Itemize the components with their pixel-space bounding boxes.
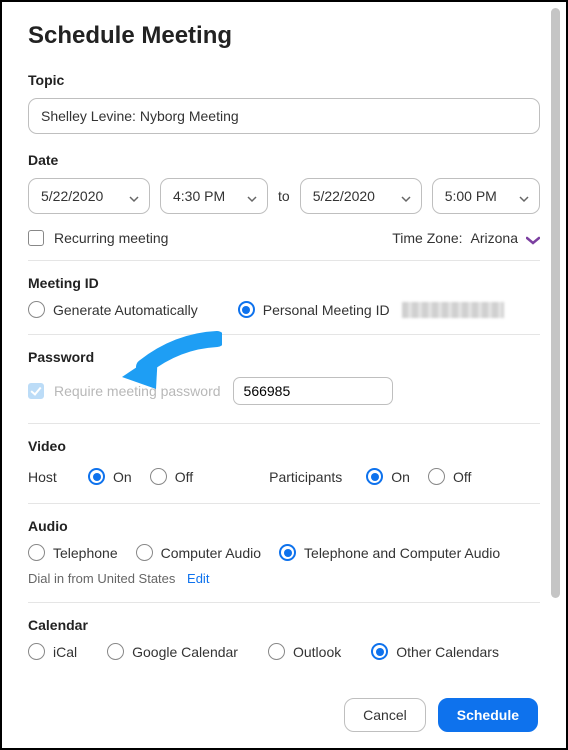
divider xyxy=(28,260,540,261)
google-label: Google Calendar xyxy=(132,644,238,660)
cancel-button[interactable]: Cancel xyxy=(344,698,426,732)
dialog-title: Schedule Meeting xyxy=(28,22,540,50)
ical-label: iCal xyxy=(53,644,77,660)
calendar-label: Calendar xyxy=(28,617,540,633)
meeting-id-label: Meeting ID xyxy=(28,275,540,291)
calendar-outlook-radio[interactable]: Outlook xyxy=(268,643,341,660)
both-label: Telephone and Computer Audio xyxy=(304,545,500,561)
start-date-select[interactable]: 5/22/2020 xyxy=(28,178,150,214)
password-input[interactable] xyxy=(233,377,393,405)
start-time-select[interactable]: 4:30 PM xyxy=(160,178,268,214)
topic-input[interactable] xyxy=(28,98,540,134)
radio-icon xyxy=(371,643,388,660)
scrollbar[interactable] xyxy=(551,8,560,598)
calendar-ical-radio[interactable]: iCal xyxy=(28,643,77,660)
chevron-down-icon xyxy=(129,191,139,201)
other-label: Other Calendars xyxy=(396,644,499,660)
require-password-label: Require meeting password xyxy=(54,383,221,399)
schedule-meeting-dialog: Schedule Meeting Topic Date 5/22/2020 4:… xyxy=(4,4,564,746)
date-label: Date xyxy=(28,152,540,168)
chevron-down-icon xyxy=(519,191,529,201)
participants-label: Participants xyxy=(269,469,342,485)
divider xyxy=(28,334,540,335)
end-date-value: 5/22/2020 xyxy=(313,188,375,204)
calendar-other-radio[interactable]: Other Calendars xyxy=(371,643,499,660)
host-video-on-radio[interactable]: On xyxy=(88,468,132,485)
timezone-value: Arizona xyxy=(471,230,518,246)
participants-video-off-radio[interactable]: Off xyxy=(428,468,471,485)
host-video-off-radio[interactable]: Off xyxy=(150,468,193,485)
password-label: Password xyxy=(28,349,540,365)
divider xyxy=(28,602,540,603)
radio-icon xyxy=(366,468,383,485)
divider xyxy=(28,503,540,504)
dial-in-label: Dial in from United States xyxy=(28,571,175,586)
generate-label: Generate Automatically xyxy=(53,302,198,318)
topic-label: Topic xyxy=(28,72,540,88)
on-label: On xyxy=(391,469,410,485)
recurring-label: Recurring meeting xyxy=(54,230,168,246)
radio-icon xyxy=(107,643,124,660)
radio-icon xyxy=(136,544,153,561)
personal-label: Personal Meeting ID xyxy=(263,302,390,318)
audio-both-radio[interactable]: Telephone and Computer Audio xyxy=(279,544,500,561)
on-label: On xyxy=(113,469,132,485)
to-label: to xyxy=(278,188,290,204)
generate-auto-radio[interactable]: Generate Automatically xyxy=(28,301,198,318)
timezone-label: Time Zone: xyxy=(392,230,462,246)
checkbox-icon xyxy=(28,230,44,246)
off-label: Off xyxy=(453,469,471,485)
chevron-down-icon xyxy=(401,191,411,201)
require-password-checkbox[interactable]: Require meeting password xyxy=(28,383,221,399)
radio-icon xyxy=(238,301,255,318)
checkbox-icon xyxy=(28,383,44,399)
audio-telephone-radio[interactable]: Telephone xyxy=(28,544,118,561)
radio-icon xyxy=(279,544,296,561)
computer-label: Computer Audio xyxy=(161,545,261,561)
video-label: Video xyxy=(28,438,540,454)
schedule-button[interactable]: Schedule xyxy=(438,698,538,732)
personal-id-value xyxy=(402,302,504,318)
radio-icon xyxy=(268,643,285,660)
radio-icon xyxy=(150,468,167,485)
timezone-select[interactable]: Time Zone: Arizona xyxy=(392,230,540,246)
outlook-label: Outlook xyxy=(293,644,341,660)
dialog-footer: Cancel Schedule xyxy=(344,698,538,732)
radio-icon xyxy=(28,301,45,318)
radio-icon xyxy=(28,643,45,660)
radio-icon xyxy=(28,544,45,561)
participants-video-on-radio[interactable]: On xyxy=(366,468,410,485)
personal-id-radio[interactable]: Personal Meeting ID xyxy=(238,301,504,318)
calendar-google-radio[interactable]: Google Calendar xyxy=(107,643,238,660)
recurring-checkbox[interactable]: Recurring meeting xyxy=(28,230,168,246)
end-date-select[interactable]: 5/22/2020 xyxy=(300,178,422,214)
radio-icon xyxy=(428,468,445,485)
off-label: Off xyxy=(175,469,193,485)
chevron-down-icon xyxy=(247,191,257,201)
audio-label: Audio xyxy=(28,518,540,534)
start-time-value: 4:30 PM xyxy=(173,188,225,204)
chevron-down-icon xyxy=(526,233,540,243)
edit-dial-link[interactable]: Edit xyxy=(187,571,209,586)
divider xyxy=(28,423,540,424)
end-time-select[interactable]: 5:00 PM xyxy=(432,178,540,214)
audio-computer-radio[interactable]: Computer Audio xyxy=(136,544,261,561)
start-date-value: 5/22/2020 xyxy=(41,188,103,204)
end-time-value: 5:00 PM xyxy=(445,188,497,204)
telephone-label: Telephone xyxy=(53,545,118,561)
host-label: Host xyxy=(28,469,70,485)
radio-icon xyxy=(88,468,105,485)
